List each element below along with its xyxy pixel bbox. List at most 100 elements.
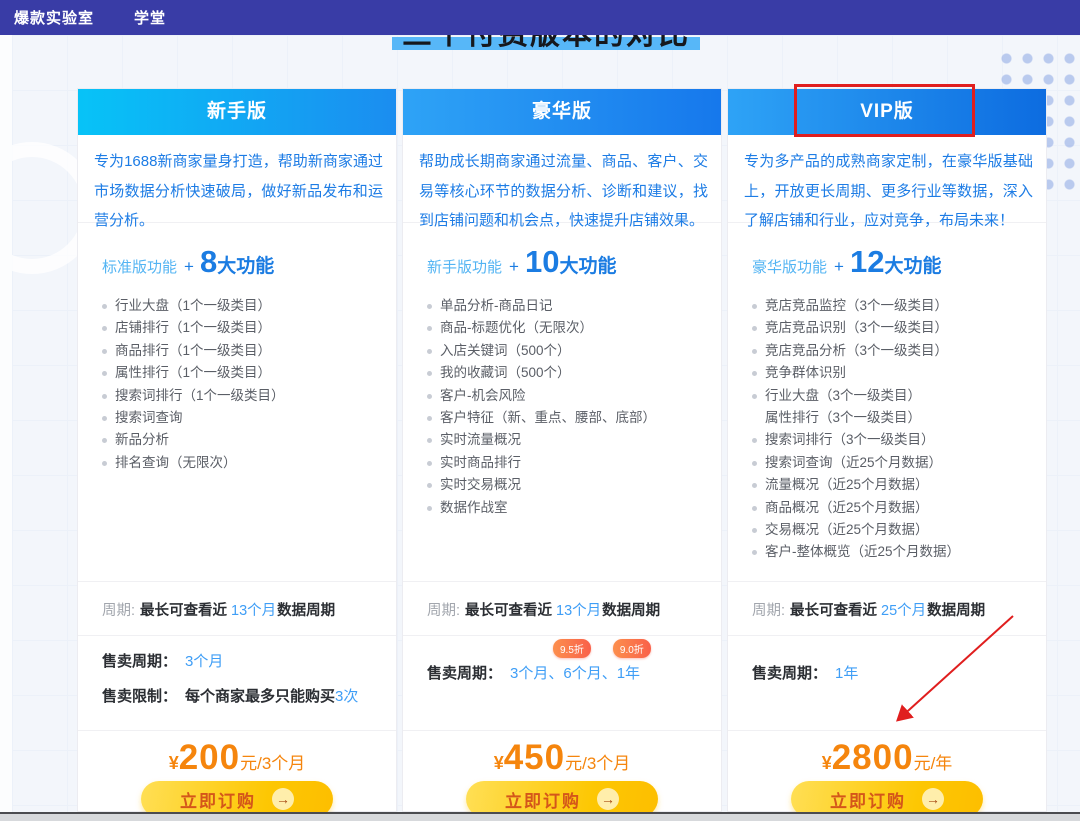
features-suffix: 大功能 — [884, 251, 941, 278]
price-value: 450 — [504, 738, 565, 777]
price-currency: ¥ — [494, 753, 504, 773]
feature-item: 竞店竞品识别（3个一级类目） — [752, 317, 1046, 339]
feature-item: 商品概况（近25个月数据） — [752, 497, 1046, 519]
period-prefix: 最长可查看近 — [140, 603, 227, 619]
sale-section: 售卖周期： 1年 — [728, 635, 1046, 730]
feature-item: 客户-整体概览（近25个月数据） — [752, 541, 1046, 563]
features-heading: 标准版功能 + 8 大功能 — [78, 244, 396, 280]
order-now-label: 立即订购 — [505, 787, 581, 812]
bottom-edge — [0, 812, 1080, 821]
feature-item: 流量概况（近25个月数据） — [752, 474, 1046, 496]
features-count: 8 — [200, 244, 217, 280]
features-base-label: 标准版功能 — [102, 256, 177, 277]
feature-item: 新品分析 — [102, 429, 396, 451]
data-period-row: 周期:最长可查看近25个月数据周期 — [728, 581, 1046, 635]
sale-period-row: 售卖周期：3个月、6个月、1年 — [427, 663, 721, 685]
sale-limit-value: 3次 — [335, 688, 358, 705]
arrow-right-icon: → — [922, 788, 944, 810]
price-value: 200 — [179, 738, 240, 777]
arrow-right-icon: → — [272, 788, 294, 810]
discount-badge-95: 9.5折 — [553, 639, 591, 658]
feature-item: 行业大盘（3个一级类目） — [752, 385, 1046, 407]
nav-item-hot-lab[interactable]: 爆款实验室 — [14, 7, 94, 28]
feature-item: 入店关键词（500个） — [427, 340, 721, 362]
sale-limit-prefix: 每个商家最多只能购买 — [185, 688, 335, 705]
price-unit: 元/3个月 — [240, 754, 305, 773]
pricing-page: 爆款实验室 学堂 三个付费版本的对比 新手版 专为1688新商家量身打造，帮助新… — [0, 0, 1080, 821]
feature-item: 行业大盘（1个一级类目） — [102, 295, 396, 317]
feature-item: 排名查询（无限次） — [102, 452, 396, 474]
plan-header-beginner: 新手版 — [78, 89, 396, 135]
feature-item: 单品分析-商品日记 — [427, 295, 721, 317]
page-title: 三个付费版本的对比 — [392, 35, 700, 50]
plan-features-section: 标准版功能 + 8 大功能 行业大盘（1个一级类目）店铺排行（1个一级类目）商品… — [78, 223, 396, 581]
plan-card-deluxe: 豪华版 帮助成长期商家通过流量、商品、客户、交易等核心环节的数据分析、诊断和建议… — [402, 88, 722, 812]
sale-limit-row: 售卖限制： 每个商家最多只能购买3次 — [102, 686, 396, 708]
feature-item: 商品排行（1个一级类目） — [102, 340, 396, 362]
plan-description: 帮助成长期商家通过流量、商品、客户、交易等核心环节的数据分析、诊断和建议，找到店… — [403, 135, 721, 223]
features-count: 12 — [850, 244, 884, 280]
sale-period-label: 售卖周期： — [102, 653, 177, 670]
price-value: 2800 — [832, 738, 914, 777]
price-currency: ¥ — [822, 753, 832, 773]
plan-description: 专为1688新商家量身打造，帮助新商家通过市场数据分析快速破局，做好新品发布和运… — [78, 135, 396, 223]
feature-item: 搜索词查询（近25个月数据） — [752, 452, 1046, 474]
sale-limit-label: 售卖限制： — [102, 688, 177, 705]
features-count: 10 — [525, 244, 559, 280]
period-value: 13个月 — [556, 603, 601, 619]
feature-list: 单品分析-商品日记商品-标题优化（无限次）入店关键词（500个）我的收藏词（50… — [403, 295, 721, 519]
sale-period-value: 3个月 — [185, 653, 223, 670]
feature-list: 行业大盘（1个一级类目）店铺排行（1个一级类目）商品排行（1个一级类目）属性排行… — [78, 295, 396, 474]
features-base-label: 新手版功能 — [427, 256, 502, 277]
price-unit: 元/年 — [914, 754, 953, 773]
plan-cards: 新手版 专为1688新商家量身打造，帮助新商家通过市场数据分析快速破局，做好新品… — [77, 88, 1047, 812]
feature-list: 竞店竞品监控（3个一级类目）竞店竞品识别（3个一级类目）竞店竞品分析（3个一级类… — [728, 295, 1046, 564]
period-suffix: 数据周期 — [927, 603, 985, 619]
features-heading: 新手版功能 + 10 大功能 — [403, 244, 721, 280]
data-period-row: 周期: 最长可查看近13个月数据周期 — [78, 581, 396, 635]
sale-period-label: 售卖周期： — [427, 665, 502, 682]
period-prefix: 最长可查看近 — [465, 603, 552, 619]
feature-item: 搜索词排行（1个一级类目） — [102, 385, 396, 407]
plus-sign: + — [509, 257, 519, 277]
feature-item: 商品-标题优化（无限次） — [427, 317, 721, 339]
sale-period-value: 1年 — [835, 665, 858, 682]
feature-item: 竞店竞品分析（3个一级类目） — [752, 340, 1046, 362]
price-currency: ¥ — [169, 753, 179, 773]
price-section: ¥200元/3个月 立即订购 → — [78, 730, 396, 817]
discount-badge-90: 9.0折 — [613, 639, 651, 658]
plus-sign: + — [834, 257, 844, 277]
nav-item-school[interactable]: 学堂 — [134, 7, 166, 28]
plan-description: 专为多产品的成熟商家定制，在豪华版基础上，开放更长周期、更多行业等数据，深入了解… — [728, 135, 1046, 223]
data-period-row: 周期:最长可查看近13个月数据周期 — [403, 581, 721, 635]
plan-header-vip: VIP版 — [728, 89, 1046, 135]
feature-item: 数据作战室 — [427, 497, 721, 519]
sale-period-row: 售卖周期： 3个月 — [102, 651, 396, 673]
period-suffix: 数据周期 — [602, 603, 660, 619]
feature-item: 属性排行（3个一级类目） — [752, 407, 1046, 429]
top-navbar: 爆款实验室 学堂 — [0, 0, 1080, 35]
arrow-right-icon: → — [597, 788, 619, 810]
period-label: 周期: — [752, 603, 785, 619]
sale-section: 售卖周期： 3个月 售卖限制： 每个商家最多只能购买3次 — [78, 635, 396, 730]
sale-section: 9.5折 9.0折 售卖周期：3个月、6个月、1年 — [403, 635, 721, 730]
plan-header-deluxe: 豪华版 — [403, 89, 721, 135]
feature-item: 搜索词排行（3个一级类目） — [752, 429, 1046, 451]
period-label: 周期: — [102, 603, 135, 619]
feature-item: 客户特征（新、重点、腰部、底部） — [427, 407, 721, 429]
feature-item: 实时商品排行 — [427, 452, 721, 474]
plan-card-vip: VIP版 专为多产品的成熟商家定制，在豪华版基础上，开放更长周期、更多行业等数据… — [727, 88, 1047, 812]
plan-features-section: 新手版功能 + 10 大功能 单品分析-商品日记商品-标题优化（无限次）入店关键… — [403, 223, 721, 581]
feature-item: 客户-机会风险 — [427, 385, 721, 407]
price-section: ¥450元/3个月 立即订购 → — [403, 730, 721, 817]
feature-item: 竞争群体识别 — [752, 362, 1046, 384]
period-suffix: 数据周期 — [277, 603, 335, 619]
order-now-label: 立即订购 — [830, 787, 906, 812]
sale-period-label: 售卖周期： — [752, 665, 827, 682]
period-prefix: 最长可查看近 — [790, 603, 877, 619]
feature-item: 竞店竞品监控（3个一级类目） — [752, 295, 1046, 317]
plan-card-beginner: 新手版 专为1688新商家量身打造，帮助新商家通过市场数据分析快速破局，做好新品… — [77, 88, 397, 812]
feature-item: 属性排行（1个一级类目） — [102, 362, 396, 384]
period-value: 13个月 — [231, 603, 276, 619]
features-suffix: 大功能 — [559, 251, 616, 278]
